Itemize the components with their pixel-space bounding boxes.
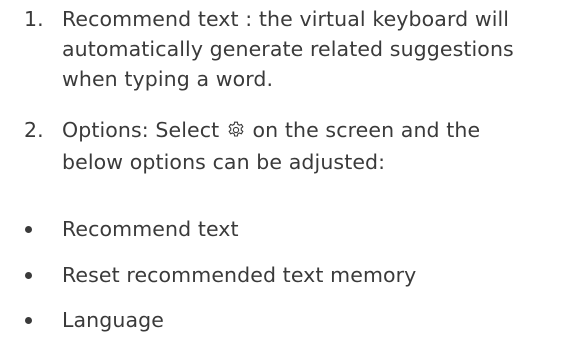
bullet-dot bbox=[25, 317, 32, 324]
bullet-text: Reset recommended text memory bbox=[62, 263, 417, 287]
item-text-after-icon: on the screen and the bbox=[252, 118, 481, 142]
item-text-line: Options: Select on the screen and the bbox=[62, 115, 577, 147]
item-text-before-icon: Options: Select bbox=[62, 118, 220, 142]
item-text: Options: Select on the screen and the be… bbox=[62, 115, 577, 177]
item-text: Recommend text : the virtual keyboard wi… bbox=[62, 4, 577, 94]
item-number: 2. bbox=[24, 118, 44, 142]
bullet-text: Recommend text bbox=[62, 217, 239, 241]
bullet-dot bbox=[25, 226, 32, 233]
item-number: 1. bbox=[24, 7, 44, 31]
instructions-page: 1. Recommend text : the virtual keyboard… bbox=[0, 0, 579, 345]
item-text-line: Recommend text : the virtual keyboard wi… bbox=[62, 7, 510, 31]
item-text-line: below options can be adjusted: bbox=[62, 150, 386, 174]
bullet-dot bbox=[25, 272, 32, 279]
bullet-text: Language bbox=[62, 308, 164, 332]
item-text-line: when typing a word. bbox=[62, 67, 274, 91]
gear-icon bbox=[227, 117, 245, 147]
item-text-line: automatically generate related suggestio… bbox=[62, 37, 514, 61]
